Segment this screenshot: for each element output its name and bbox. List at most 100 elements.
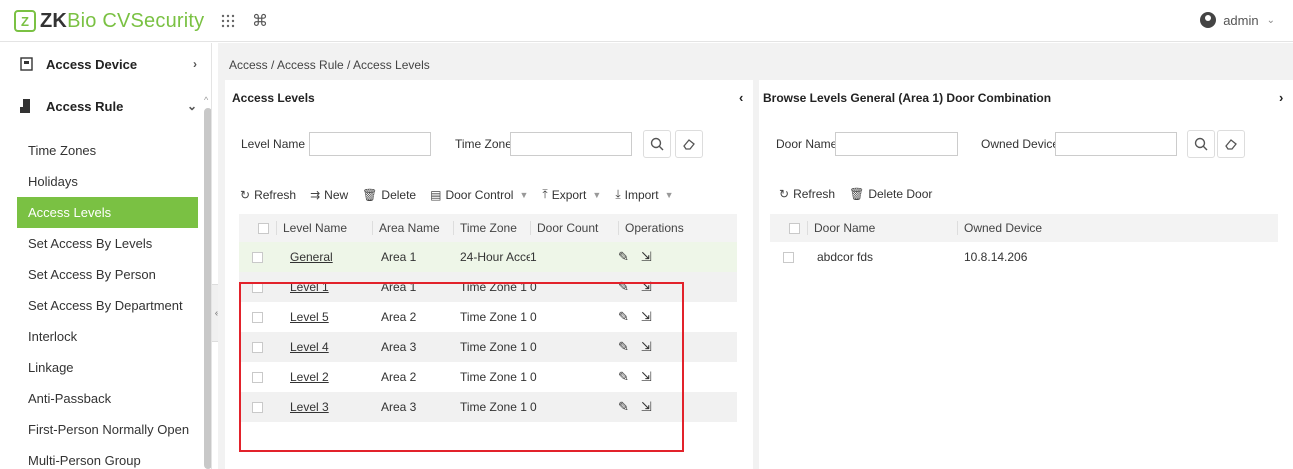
- sidebar: Access Device › Access Rule ⌄ Time Zones…: [0, 43, 212, 469]
- logo-mark: Z: [14, 10, 36, 32]
- time-zone-cell: Time Zone 1: [460, 280, 527, 294]
- level-name-link[interactable]: Level 5: [290, 310, 329, 324]
- row-checkbox[interactable]: [252, 341, 263, 353]
- level-name-link[interactable]: Level 3: [290, 400, 329, 414]
- level-name-link[interactable]: Level 1: [290, 280, 329, 294]
- edit-icon[interactable]: ✎: [618, 279, 629, 295]
- column-header-door-count[interactable]: Door Count: [530, 221, 618, 235]
- select-all-checkbox[interactable]: [789, 222, 800, 234]
- row-checkbox-cell: [770, 251, 807, 263]
- sidebar-item-linkage[interactable]: Linkage: [0, 352, 211, 383]
- app-logo[interactable]: Z ZKBio CVSecurity: [14, 8, 204, 34]
- table-row[interactable]: Level 3 Area 3 Time Zone 1 0 ✎ ⇲: [239, 392, 737, 422]
- sidebar-item-anti-passback[interactable]: Anti-Passback: [0, 383, 211, 414]
- row-checkbox[interactable]: [252, 371, 263, 383]
- edit-icon[interactable]: ✎: [618, 399, 629, 415]
- row-checkbox[interactable]: [252, 281, 263, 293]
- sidebar-item-multi-person-group[interactable]: Multi-Person Group: [0, 445, 211, 469]
- open-icon[interactable]: ⇲: [641, 369, 652, 385]
- scroll-up-icon[interactable]: ^: [204, 95, 208, 105]
- sidebar-item-access-levels[interactable]: Access Levels: [17, 197, 198, 228]
- row-checkbox[interactable]: [252, 311, 263, 323]
- table-row[interactable]: Level 1 Area 1 Time Zone 1 0 ✎ ⇲: [239, 272, 737, 302]
- search-button[interactable]: [1187, 130, 1215, 158]
- table-row[interactable]: abdcor fds 10.8.14.206: [770, 242, 1278, 272]
- edit-icon[interactable]: ✎: [618, 369, 629, 385]
- level-name-link[interactable]: Level 2: [290, 370, 329, 384]
- owned-device-input[interactable]: [1055, 132, 1177, 156]
- refresh-button[interactable]: ↻ Refresh: [240, 188, 296, 202]
- open-icon[interactable]: ⇲: [641, 399, 652, 415]
- main-content: Access / Access Rule / Access Levels Acc…: [218, 43, 1293, 469]
- level-name-cell: Level 1: [276, 280, 372, 294]
- row-checkbox-cell: [239, 401, 276, 413]
- table-row[interactable]: General Area 1 24-Hour Acce 1 ✎ ⇲: [239, 242, 737, 272]
- row-checkbox-cell: [239, 251, 276, 263]
- refresh-label: Refresh: [793, 187, 836, 201]
- table-row[interactable]: Level 2 Area 2 Time Zone 1 0 ✎ ⇲: [239, 362, 737, 392]
- refresh-button[interactable]: ↻ Refresh: [779, 187, 835, 201]
- command-icon[interactable]: ⌘: [252, 11, 268, 31]
- user-menu[interactable]: admin ⌄: [1200, 12, 1275, 28]
- area-name-cell: Area 3: [381, 400, 417, 414]
- door-control-button[interactable]: ▤ Door Control ▼: [430, 188, 528, 202]
- sidebar-item-set-access-by-department[interactable]: Set Access By Department: [0, 290, 211, 321]
- column-header-level-name[interactable]: Level Name: [276, 221, 372, 235]
- level-name-link[interactable]: General: [290, 250, 333, 264]
- sidebar-item-time-zones[interactable]: Time Zones: [0, 135, 211, 166]
- sidebar-item-holidays[interactable]: Holidays: [0, 166, 211, 197]
- column-header-owned-device[interactable]: Owned Device: [957, 221, 1278, 235]
- level-name-link[interactable]: Level 4: [290, 340, 329, 354]
- refresh-icon: ↻: [779, 187, 790, 201]
- clear-button[interactable]: [675, 130, 703, 158]
- open-icon[interactable]: ⇲: [641, 279, 652, 295]
- delete-button[interactable]: 🗑 Delete: [362, 188, 416, 202]
- area-name-cell: Area 1: [381, 250, 417, 264]
- door-name-input[interactable]: [835, 132, 958, 156]
- sidebar-section-access-rule[interactable]: Access Rule ⌄: [0, 85, 211, 127]
- sidebar-item-set-access-by-levels[interactable]: Set Access By Levels: [0, 228, 211, 259]
- column-header-time-zone[interactable]: Time Zone: [453, 221, 530, 235]
- search-button[interactable]: [643, 130, 671, 158]
- open-icon[interactable]: ⇲: [641, 339, 652, 355]
- time-zone-input[interactable]: [510, 132, 632, 156]
- collapse-panel-icon[interactable]: ‹: [739, 90, 743, 105]
- sidebar-item-first-person-normally-open[interactable]: First-Person Normally Open: [0, 414, 211, 445]
- sidebar-section-access-device[interactable]: Access Device ›: [0, 43, 211, 85]
- edit-icon[interactable]: ✎: [618, 339, 629, 355]
- row-checkbox[interactable]: [783, 251, 794, 263]
- row-checkbox-cell: [239, 281, 276, 293]
- new-button[interactable]: ⇉ New: [310, 188, 348, 202]
- table-row[interactable]: Level 4 Area 3 Time Zone 1 0 ✎ ⇲: [239, 332, 737, 362]
- door-control-label: Door Control: [445, 187, 514, 202]
- sidebar-scrollbar[interactable]: [204, 108, 211, 469]
- open-icon[interactable]: ⇲: [641, 309, 652, 325]
- open-icon[interactable]: ⇲: [641, 249, 652, 265]
- time-zone-cell: Time Zone 1: [460, 340, 527, 354]
- sidebar-item-interlock[interactable]: Interlock: [0, 321, 211, 352]
- app-name-zk: ZK: [40, 9, 68, 32]
- select-all-checkbox[interactable]: [258, 222, 269, 234]
- export-button[interactable]: ⤒ Export ▼: [542, 187, 601, 202]
- expand-panel-icon[interactable]: ›: [1279, 90, 1283, 105]
- sidebar-section-label: Access Rule: [46, 98, 124, 114]
- row-checkbox[interactable]: [252, 251, 263, 263]
- delete-door-button[interactable]: 🗑 Delete Door: [849, 187, 932, 201]
- sidebar-item-set-access-by-person[interactable]: Set Access By Person: [0, 259, 211, 290]
- time-zone-cell: Time Zone 1: [460, 310, 527, 324]
- edit-icon[interactable]: ✎: [618, 249, 629, 265]
- column-header-door-name[interactable]: Door Name: [807, 221, 957, 235]
- table-row[interactable]: Level 5 Area 2 Time Zone 1 0 ✎ ⇲: [239, 302, 737, 332]
- refresh-label: Refresh: [254, 187, 297, 202]
- grid-icon[interactable]: [221, 14, 235, 28]
- column-header-area-name[interactable]: Area Name: [372, 221, 453, 235]
- clear-button[interactable]: [1217, 130, 1245, 158]
- export-label: Export: [551, 187, 587, 202]
- import-button[interactable]: ⤓ Import ▼: [615, 187, 673, 202]
- level-name-input[interactable]: [309, 132, 431, 156]
- edit-icon[interactable]: ✎: [618, 309, 629, 325]
- row-checkbox-cell: [239, 371, 276, 383]
- row-checkbox[interactable]: [252, 401, 263, 413]
- table-header: Level Name Area Name Time Zone Door Coun…: [239, 214, 737, 242]
- door-count-cell: 0: [530, 280, 537, 294]
